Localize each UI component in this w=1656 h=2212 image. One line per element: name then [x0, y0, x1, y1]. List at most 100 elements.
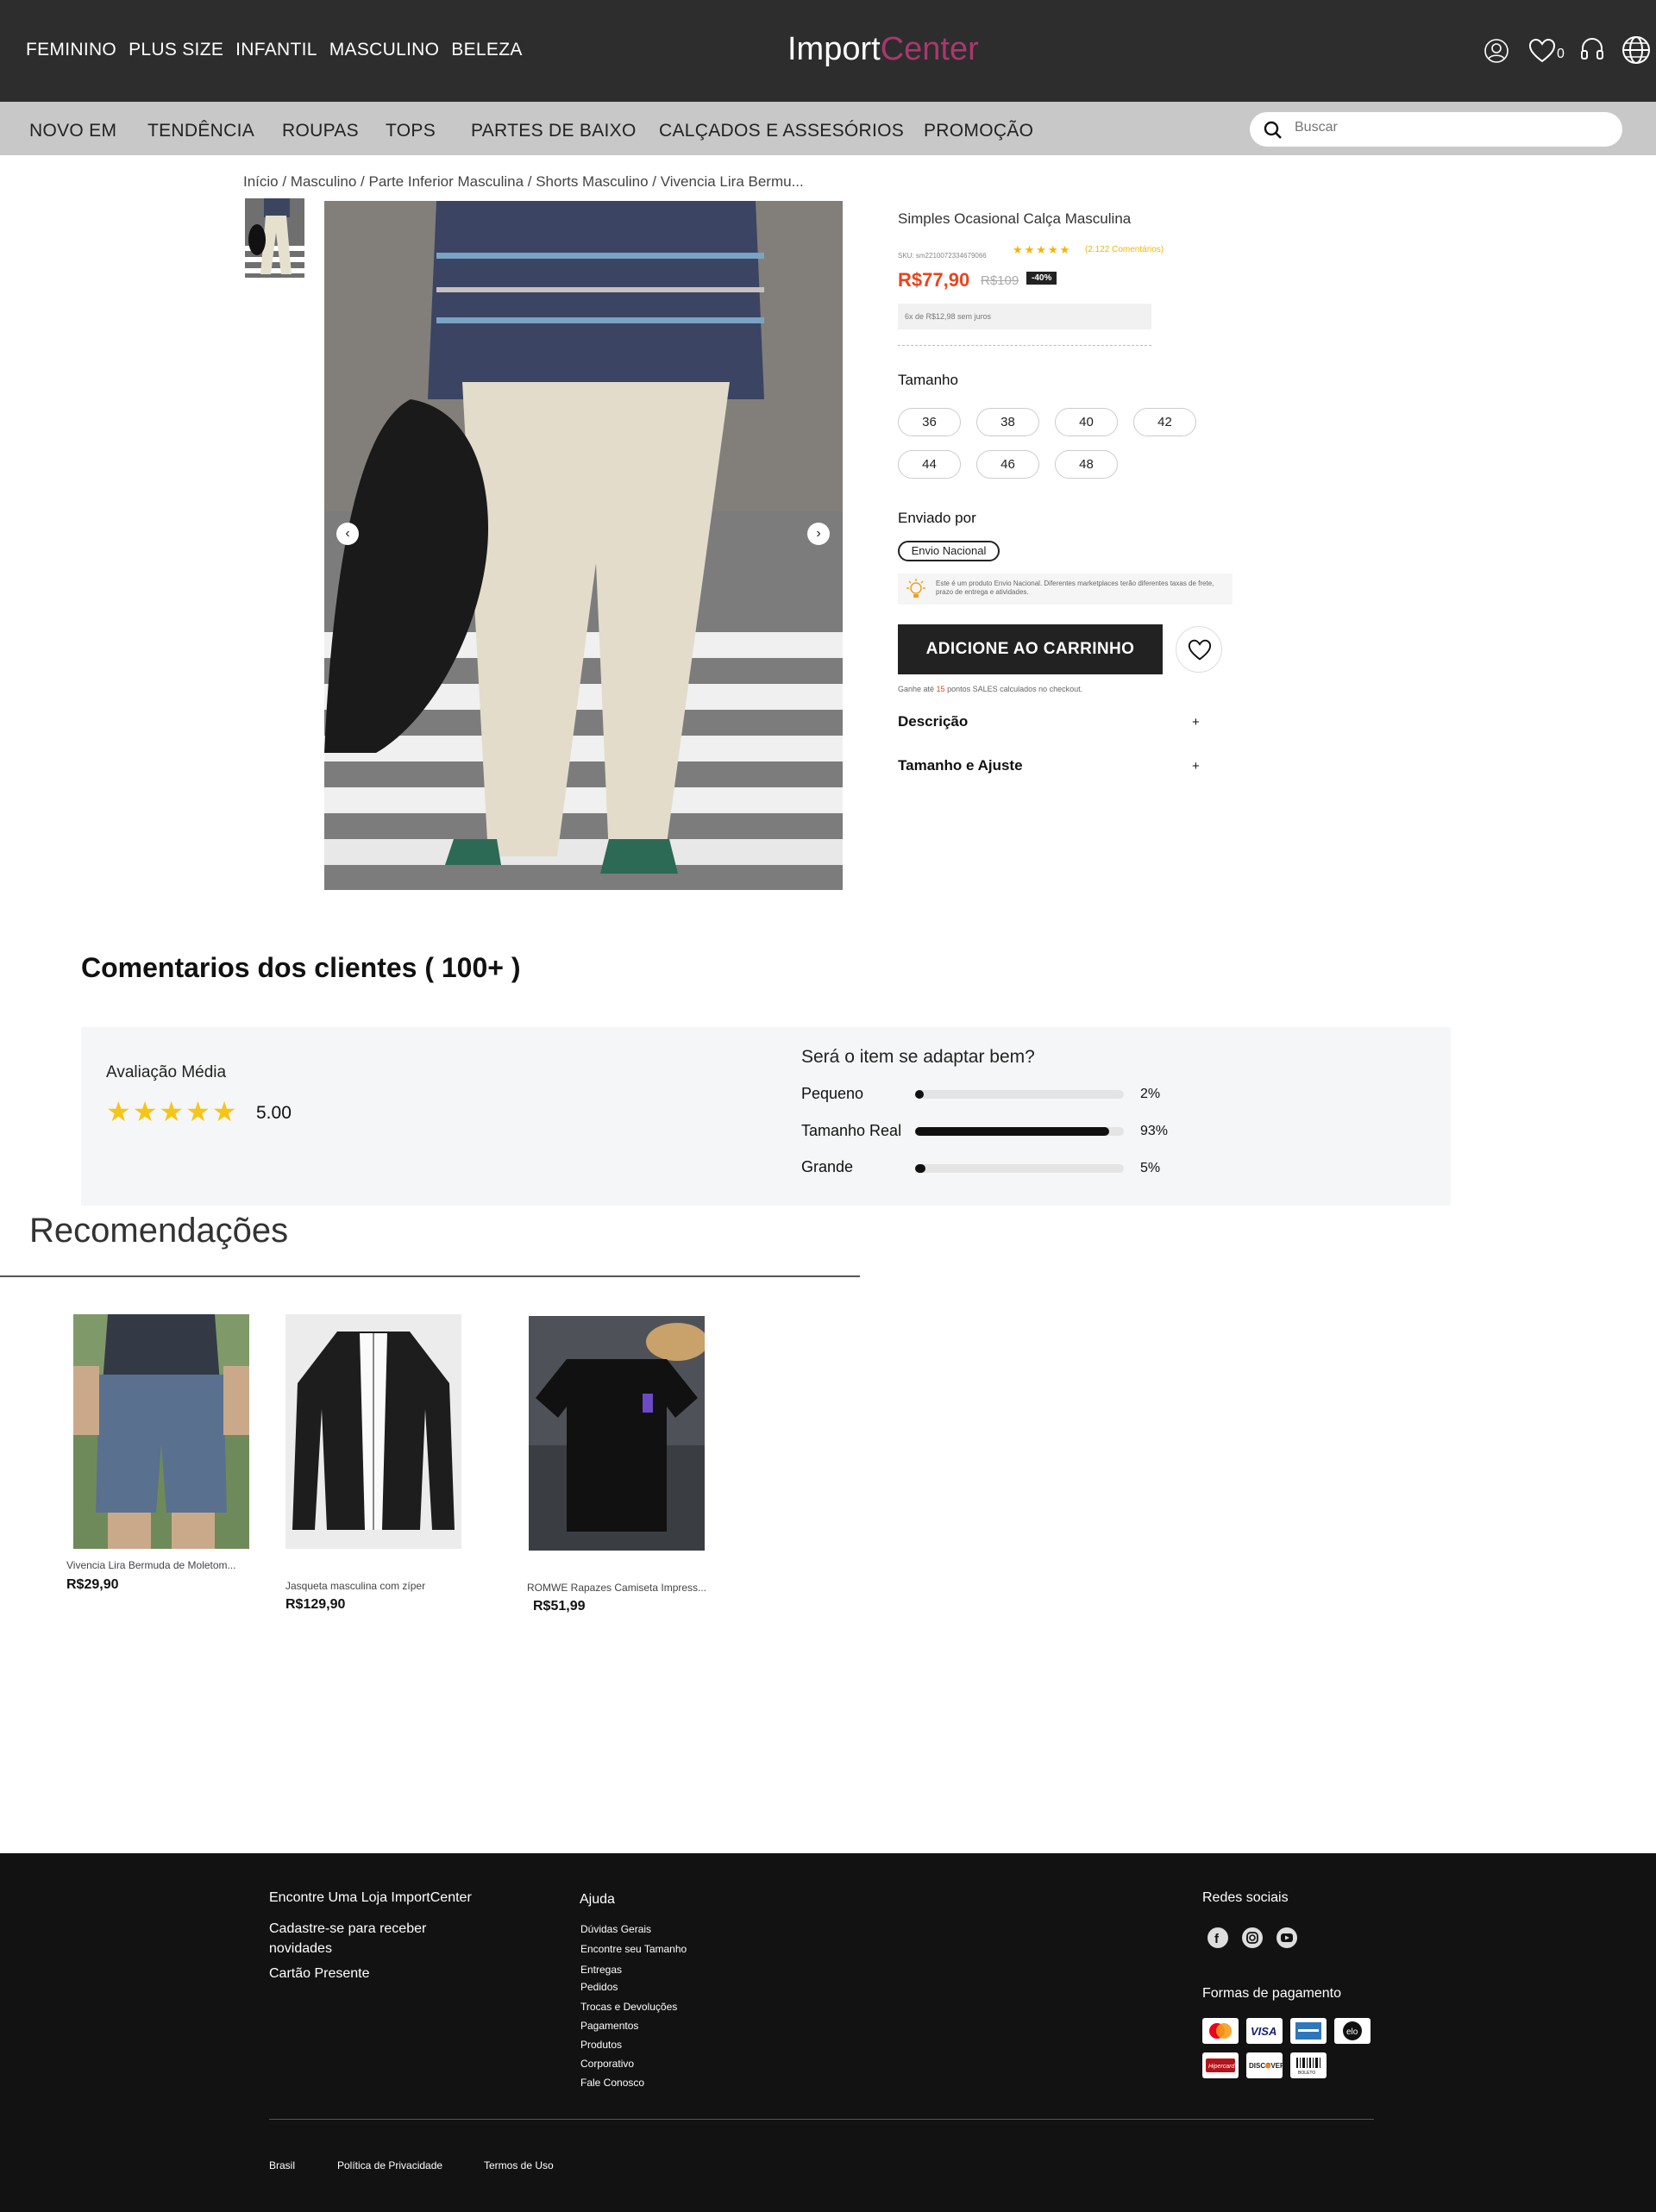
shipping-notice: Este é um produto Envio Nacional. Difere…: [898, 573, 1233, 605]
footer-link[interactable]: Pedidos: [580, 1981, 618, 1993]
nav-partes-de-baixo[interactable]: PARTES DE BAIXO: [471, 121, 637, 141]
amex-icon: [1290, 2018, 1327, 2044]
search-icon[interactable]: [1264, 121, 1283, 140]
breadcrumb[interactable]: Início / Masculino / Parte Inferior Masc…: [243, 173, 804, 191]
category-masculino[interactable]: MASCULINO: [329, 40, 440, 60]
search-bar[interactable]: [1250, 112, 1622, 147]
footer-privacy-link[interactable]: Política de Privacidade: [337, 2159, 442, 2171]
prev-image-arrow[interactable]: ‹: [336, 523, 359, 545]
fit-bar-large: [915, 1164, 1124, 1173]
expand-descricao-icon[interactable]: +: [1192, 715, 1200, 730]
shipping-notice-text: Este é um produto Envio Nacional. Difere…: [936, 580, 1214, 596]
nav-calcados[interactable]: CALÇADOS E ASSESÓRIOS: [659, 121, 904, 141]
category-infantil[interactable]: INFANTIL: [235, 40, 317, 60]
heart-outline-icon: [1188, 639, 1212, 661]
next-image-arrow[interactable]: ›: [807, 523, 830, 545]
nav-roupas[interactable]: ROUPAS: [282, 121, 359, 141]
avg-rating-stars: ★★★★★: [106, 1096, 239, 1127]
rec-item-image[interactable]: [73, 1314, 249, 1549]
footer-gift-card[interactable]: Cartão Presente: [269, 1966, 370, 1982]
footer-terms-link[interactable]: Termos de Uso: [484, 2159, 554, 2171]
accordion-descricao[interactable]: Descrição: [898, 713, 968, 730]
category-beleza[interactable]: BELEZA: [451, 40, 522, 60]
youtube-icon[interactable]: [1276, 1927, 1297, 1948]
footer-link[interactable]: Corporativo: [580, 2058, 634, 2070]
visa-icon: VISA: [1246, 2018, 1283, 2044]
svg-text:elo: elo: [1346, 2027, 1358, 2037]
logo-main: Import: [787, 31, 881, 67]
fit-percent-large: 5%: [1140, 1161, 1161, 1175]
size-option-48[interactable]: 48: [1055, 450, 1118, 479]
wishlist-count: 0: [1557, 47, 1565, 61]
installments-info: 6x de R$12,98 sem juros: [898, 304, 1151, 329]
product-main-image: ‹ ›: [324, 201, 843, 890]
rec-item-name[interactable]: ROMWE Rapazes Camiseta Impress...: [527, 1582, 706, 1594]
wishlist-button[interactable]: [1176, 626, 1222, 673]
ship-option-envio-nacional[interactable]: Envio Nacional: [898, 541, 1000, 561]
category-feminino[interactable]: FEMININO: [26, 40, 116, 60]
rec-item-price: R$51,99: [533, 1599, 586, 1614]
nav-promocao[interactable]: PROMOÇÃO: [924, 121, 1033, 141]
mastercard-icon: [1202, 2018, 1239, 2044]
logo-accent: Center: [880, 31, 979, 67]
recommendations-title: Recomendações: [29, 1212, 289, 1250]
fit-label-true: Tamanho Real: [801, 1122, 902, 1139]
recommendations-divider: [0, 1275, 860, 1277]
footer-find-store[interactable]: Encontre Uma Loja ImportCenter: [269, 1890, 472, 1906]
points-info: Ganhe até 15 pontos SALES calculados no …: [898, 685, 1082, 693]
footer-link[interactable]: Pagamentos: [580, 2020, 638, 2032]
footer-newsletter[interactable]: Cadastre-se para receber novidades: [269, 1919, 450, 1958]
fit-question: Será o item se adaptar bem?: [801, 1047, 1035, 1067]
top-header: FEMININO PLUS SIZE INFANTIL MASCULINO BE…: [0, 0, 1656, 102]
headset-icon[interactable]: [1578, 36, 1606, 64]
size-option-46[interactable]: 46: [976, 450, 1039, 479]
footer-country-link[interactable]: Brasil: [269, 2159, 295, 2171]
size-option-40[interactable]: 40: [1055, 408, 1118, 436]
logo[interactable]: ImportCenter: [787, 31, 979, 68]
facebook-icon[interactable]: f: [1208, 1927, 1228, 1948]
fit-bar-fill: [915, 1127, 1110, 1136]
rec-item-name[interactable]: Jasqueta masculina com zíper: [285, 1580, 425, 1592]
footer-link[interactable]: Dúvidas Gerais: [580, 1923, 651, 1935]
product-old-price: R$109: [981, 273, 1019, 288]
nav-novo-em[interactable]: NOVO EM: [29, 121, 116, 141]
size-option-44[interactable]: 44: [898, 450, 961, 479]
rec-item-image[interactable]: [285, 1314, 461, 1549]
discover-icon: DISCOVER: [1246, 2052, 1285, 2078]
fit-label-small: Pequeno: [801, 1085, 864, 1102]
footer-link[interactable]: Encontre seu Tamanho: [580, 1943, 687, 1955]
fit-bar-fill: [915, 1090, 924, 1099]
footer-link[interactable]: Trocas e Devoluções: [580, 2001, 677, 2013]
footer-divider: [269, 2119, 1374, 2120]
footer-payment-title: Formas de pagamento: [1202, 1986, 1341, 2001]
size-option-42[interactable]: 42: [1133, 408, 1196, 436]
search-input[interactable]: [1295, 120, 1605, 135]
product-thumbnail[interactable]: [245, 198, 304, 278]
nav-tops[interactable]: TOPS: [386, 121, 436, 141]
footer-link[interactable]: Entregas: [580, 1964, 622, 1976]
expand-tamanho-icon[interactable]: +: [1192, 759, 1200, 774]
accordion-tamanho-ajuste[interactable]: Tamanho e Ajuste: [898, 757, 1023, 774]
footer-link[interactable]: Produtos: [580, 2039, 622, 2051]
points-post: pontos SALES calculados no checkout.: [944, 685, 1083, 693]
product-price: R$77,90: [898, 269, 970, 291]
footer-social-title: Redes sociais: [1202, 1890, 1289, 1905]
rating-stars: ★★★★★: [1013, 243, 1072, 256]
heart-icon[interactable]: [1528, 38, 1556, 64]
add-to-cart-button[interactable]: ADICIONE AO CARRINHO: [898, 624, 1163, 674]
rec-item-image[interactable]: [529, 1316, 705, 1551]
review-count-link[interactable]: (2.122 Comentários): [1085, 245, 1164, 254]
instagram-icon[interactable]: [1242, 1927, 1263, 1948]
svg-text:BOLETO: BOLETO: [1298, 2071, 1315, 2076]
rec-item-name[interactable]: Vivencia Lira Bermuda de Moletom...: [66, 1559, 236, 1571]
footer-link[interactable]: Fale Conosco: [580, 2077, 644, 2089]
nav-tendencia[interactable]: TENDÊNCIA: [147, 121, 254, 141]
size-option-36[interactable]: 36: [898, 408, 961, 436]
lightbulb-icon: [906, 579, 925, 598]
category-plus-size[interactable]: PLUS SIZE: [129, 40, 223, 60]
size-option-38[interactable]: 38: [976, 408, 1039, 436]
user-icon[interactable]: [1484, 38, 1509, 64]
product-sku: SKU: sm2210072334679066: [898, 252, 987, 260]
globe-icon[interactable]: [1622, 35, 1651, 65]
elo-icon: elo: [1334, 2018, 1371, 2044]
